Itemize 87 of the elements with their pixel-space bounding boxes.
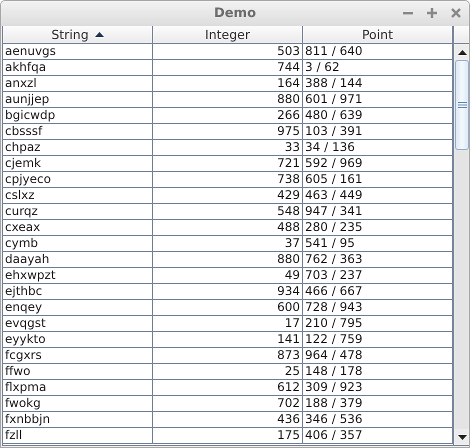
table-cell: 148 / 178 [303, 364, 453, 380]
table-cell: 488 [153, 220, 303, 236]
table-cell: 964 / 478 [303, 348, 453, 364]
scroll-up-icon[interactable] [458, 50, 466, 54]
table-cell: 880 [153, 92, 303, 108]
table-cell: fwokg [3, 396, 153, 412]
table-cell: cxeax [3, 220, 153, 236]
table-cell: cymb [3, 236, 153, 252]
table-cell: 880 [153, 252, 303, 268]
table-cell: 122 / 759 [303, 332, 453, 348]
table-cell: 975 [153, 124, 303, 140]
table-cell: 34 / 136 [303, 140, 453, 156]
table-cell: 600 [153, 300, 303, 316]
column-header[interactable]: String [3, 26, 153, 44]
table-cell: ffwo [3, 364, 153, 380]
table-cell: cbsssf [3, 124, 153, 140]
table-cell: 762 / 363 [303, 252, 453, 268]
table-cell: 480 / 639 [303, 108, 453, 124]
table-cell: 744 [153, 60, 303, 76]
table-cell: eyykto [3, 332, 153, 348]
table-cell: 346 / 536 [303, 412, 453, 428]
table-cell: 103 / 391 [303, 124, 453, 140]
table-cell: 309 / 923 [303, 380, 453, 396]
column-header[interactable]: Point [303, 26, 453, 44]
table-cell: 592 / 969 [303, 156, 453, 172]
table-cell: 210 / 795 [303, 316, 453, 332]
table-cell: ehxwpzt [3, 268, 153, 284]
table-cell: akhfqa [3, 60, 153, 76]
table-cell: enqey [3, 300, 153, 316]
table-cell: 466 / 667 [303, 284, 453, 300]
table-cell: 934 [153, 284, 303, 300]
table-cell: 503 [153, 44, 303, 60]
column-header[interactable]: Integer [153, 26, 303, 44]
table-cell: chpaz [3, 140, 153, 156]
table-cell: 541 / 95 [303, 236, 453, 252]
table-cell: 49 [153, 268, 303, 284]
table-cell: daayah [3, 252, 153, 268]
table-cell: flxpma [3, 380, 153, 396]
scrollbar-thumb[interactable] [455, 60, 469, 150]
table-cell: 188 / 379 [303, 396, 453, 412]
table-cell: curqz [3, 204, 153, 220]
table-cell: aunjjep [3, 92, 153, 108]
table-cell: fzll [3, 428, 153, 444]
table-cell: 947 / 341 [303, 204, 453, 220]
table-cell: 601 / 971 [303, 92, 453, 108]
table-cell: cslxz [3, 188, 153, 204]
table-cell: 728 / 943 [303, 300, 453, 316]
table-cell: 25 [153, 364, 303, 380]
table-cell: 388 / 144 [303, 76, 453, 92]
table-cell: 280 / 235 [303, 220, 453, 236]
table-cell: 406 / 357 [303, 428, 453, 444]
table-cell: 266 [153, 108, 303, 124]
table-cell: fcgxrs [3, 348, 153, 364]
table-cell: 548 [153, 204, 303, 220]
window-title: Demo [214, 6, 256, 21]
header-corner [454, 26, 469, 44]
table-cell: 436 [153, 412, 303, 428]
table-cell: evqgst [3, 316, 153, 332]
table-cell: 3 / 62 [303, 60, 453, 76]
table-cell: bgicwdp [3, 108, 153, 124]
table-cell: aenuvgs [3, 44, 153, 60]
table-cell: 605 / 161 [303, 172, 453, 188]
table-cell: 33 [153, 140, 303, 156]
table-cell: 612 [153, 380, 303, 396]
table-cell: 811 / 640 [303, 44, 453, 60]
scroll-down-icon[interactable] [458, 434, 466, 440]
vertical-scrollbar[interactable] [453, 26, 469, 445]
table-cell: 702 [153, 396, 303, 412]
table-cell: 738 [153, 172, 303, 188]
table-cell: 703 / 237 [303, 268, 453, 284]
table-cell: 463 / 449 [303, 188, 453, 204]
table-cell: 17 [153, 316, 303, 332]
table-cell: anxzl [3, 76, 153, 92]
table-cell: ejthbc [3, 284, 153, 300]
grip-icon [458, 102, 466, 108]
maximize-icon[interactable] [425, 6, 439, 20]
table-cell: fxnbbjn [3, 412, 153, 428]
table-cell: 164 [153, 76, 303, 92]
table-cell: 37 [153, 236, 303, 252]
table-cell: 141 [153, 332, 303, 348]
table-cell: 175 [153, 428, 303, 444]
table-cell: cjemk [3, 156, 153, 172]
table-cell: 873 [153, 348, 303, 364]
table-cell: cpjyeco [3, 172, 153, 188]
close-icon[interactable] [449, 6, 463, 20]
table-cell: 429 [153, 188, 303, 204]
table-cell: 721 [153, 156, 303, 172]
